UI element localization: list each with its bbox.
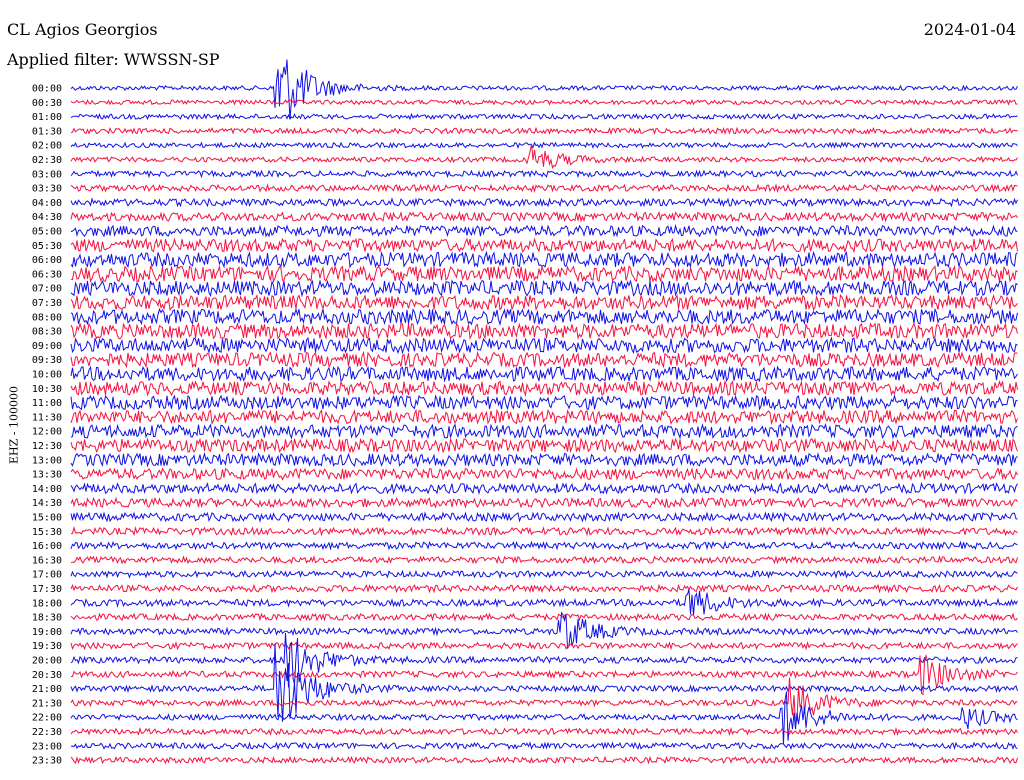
time-label: 13:00 bbox=[32, 455, 62, 466]
time-label: 18:30 bbox=[32, 613, 62, 624]
time-label: 12:00 bbox=[32, 427, 62, 438]
seismic-trace bbox=[70, 278, 1018, 298]
helicorder-plot: 00:00 00:30 01:00 01:30 02:00 02:30 03:00 03:30… bbox=[32, 59, 1018, 767]
time-label: 03:30 bbox=[32, 184, 62, 195]
seismic-trace bbox=[70, 350, 1018, 369]
seismic-trace bbox=[70, 237, 1018, 254]
seismic-trace bbox=[70, 540, 1018, 551]
seismic-trace bbox=[70, 183, 1018, 194]
time-label: 14:30 bbox=[32, 498, 62, 509]
time-label: 00:00 bbox=[32, 84, 62, 95]
time-label: 09:00 bbox=[32, 341, 62, 352]
time-label: 17:00 bbox=[32, 570, 62, 581]
seismic-trace bbox=[70, 98, 1018, 106]
seismic-trace bbox=[70, 422, 1018, 440]
time-label: 01:00 bbox=[32, 112, 62, 123]
seismic-trace bbox=[70, 408, 1018, 426]
time-label: 02:30 bbox=[32, 155, 62, 166]
time-label: 14:00 bbox=[32, 484, 62, 495]
seismic-trace bbox=[70, 365, 1018, 383]
time-label: 23:00 bbox=[32, 741, 62, 752]
seismic-trace bbox=[70, 755, 1018, 765]
seismic-trace bbox=[70, 451, 1018, 468]
time-label: 17:30 bbox=[32, 584, 62, 595]
seismic-trace bbox=[70, 555, 1018, 565]
seismic-trace bbox=[70, 336, 1018, 355]
seismic-trace bbox=[70, 210, 1018, 223]
seismic-trace bbox=[70, 437, 1018, 454]
seismic-trace bbox=[70, 169, 1018, 179]
seismic-trace bbox=[70, 467, 1018, 481]
seismic-trace bbox=[70, 525, 1018, 537]
seismic-trace bbox=[70, 677, 1018, 725]
time-label: 15:00 bbox=[32, 513, 62, 524]
time-label: 04:00 bbox=[32, 198, 62, 209]
time-label: 16:30 bbox=[32, 555, 62, 566]
seismic-trace bbox=[70, 496, 1018, 509]
time-label: 15:30 bbox=[32, 527, 62, 538]
time-label-group: 00:00 00:30 01:00 01:30 02:00 02:30 03:00 03:30… bbox=[32, 84, 62, 767]
time-label: 07:00 bbox=[32, 284, 62, 295]
time-label: 01:30 bbox=[32, 126, 62, 137]
seismic-trace bbox=[70, 59, 1018, 120]
time-label: 07:30 bbox=[32, 298, 62, 309]
seismic-trace bbox=[70, 589, 1018, 616]
time-label: 22:30 bbox=[32, 727, 62, 738]
time-label: 05:00 bbox=[32, 227, 62, 238]
seismic-trace bbox=[70, 307, 1018, 327]
seismic-trace bbox=[70, 293, 1018, 312]
seismic-trace bbox=[70, 250, 1018, 269]
seismic-trace bbox=[70, 379, 1018, 397]
seismic-trace bbox=[70, 141, 1018, 149]
seismic-trace bbox=[70, 197, 1018, 208]
time-label: 19:00 bbox=[32, 627, 62, 638]
seismic-trace bbox=[70, 394, 1018, 411]
seismic-trace bbox=[70, 612, 1018, 622]
time-label: 02:00 bbox=[32, 141, 62, 152]
time-label: 04:30 bbox=[32, 212, 62, 223]
time-label: 20:00 bbox=[32, 656, 62, 667]
seismic-trace bbox=[70, 321, 1018, 340]
time-label: 21:30 bbox=[32, 698, 62, 709]
time-label: 08:00 bbox=[32, 312, 62, 323]
seismic-trace bbox=[70, 741, 1018, 751]
time-label: 11:00 bbox=[32, 398, 62, 409]
time-label: 03:00 bbox=[32, 169, 62, 180]
seismic-trace bbox=[70, 569, 1018, 580]
seismic-trace bbox=[70, 726, 1018, 737]
seismic-trace bbox=[70, 583, 1018, 594]
seismic-trace bbox=[70, 511, 1018, 523]
time-label: 12:30 bbox=[32, 441, 62, 452]
time-label: 13:30 bbox=[32, 470, 62, 481]
seismic-trace bbox=[70, 641, 1018, 651]
time-label: 23:30 bbox=[32, 756, 62, 767]
time-label: 22:00 bbox=[32, 713, 62, 724]
seismic-trace bbox=[70, 632, 1018, 688]
time-label: 20:30 bbox=[32, 670, 62, 681]
time-label: 10:30 bbox=[32, 384, 62, 395]
seismic-trace bbox=[70, 143, 1018, 170]
seismic-trace bbox=[70, 481, 1018, 496]
time-label: 05:30 bbox=[32, 241, 62, 252]
seismic-trace bbox=[70, 643, 1018, 722]
time-label: 10:00 bbox=[32, 370, 62, 381]
seismic-trace bbox=[70, 224, 1018, 238]
seismic-trace bbox=[70, 691, 1018, 745]
time-label: 18:00 bbox=[32, 598, 62, 609]
time-label: 21:00 bbox=[32, 684, 62, 695]
seismic-trace bbox=[70, 264, 1018, 284]
time-label: 06:30 bbox=[32, 269, 62, 280]
time-label: 06:00 bbox=[32, 255, 62, 266]
time-label: 00:30 bbox=[32, 98, 62, 109]
trace-group bbox=[70, 59, 1018, 765]
time-label: 19:30 bbox=[32, 641, 62, 652]
time-label: 16:00 bbox=[32, 541, 62, 552]
time-label: 08:30 bbox=[32, 327, 62, 338]
time-label: 11:30 bbox=[32, 412, 62, 423]
seismic-trace bbox=[70, 126, 1018, 136]
seismic-trace bbox=[70, 112, 1018, 121]
time-label: 09:30 bbox=[32, 355, 62, 366]
